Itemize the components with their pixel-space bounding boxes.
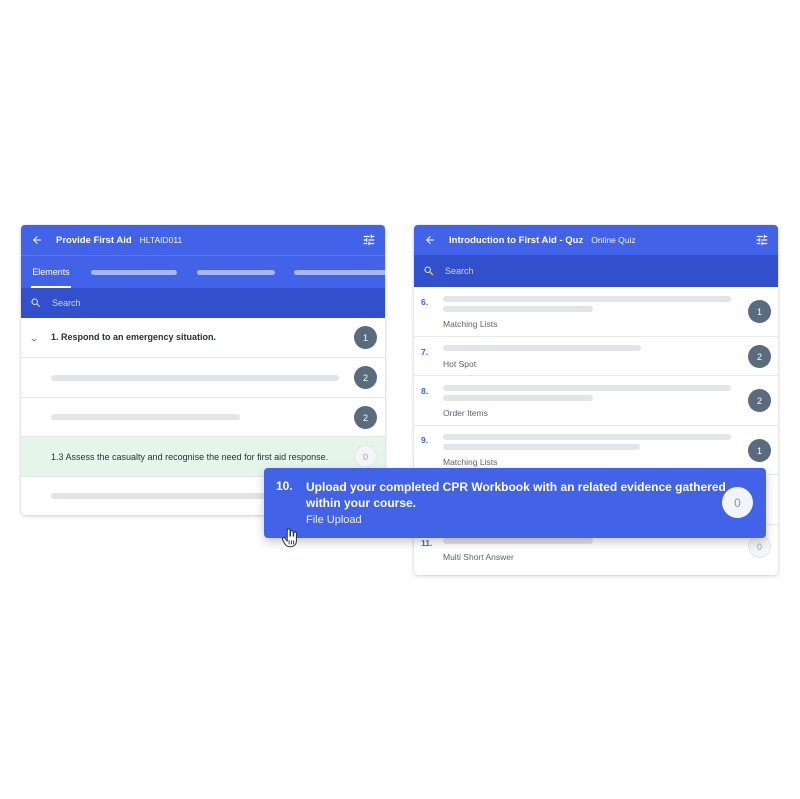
dragged-question-card[interactable]: 10. Upload your completed CPR Workbook w… bbox=[264, 468, 766, 538]
count-badge: 0 bbox=[748, 535, 771, 558]
question-type: File Upload bbox=[306, 514, 362, 526]
arrow-back-icon[interactable] bbox=[30, 233, 44, 247]
text-placeholder bbox=[443, 538, 593, 544]
count-badge: 2 bbox=[748, 345, 771, 368]
question-type: Hot Spot bbox=[443, 359, 477, 369]
hand-cursor-icon bbox=[279, 527, 301, 549]
count-badge: 1 bbox=[748, 439, 771, 462]
element-row[interactable]: 2 bbox=[21, 398, 385, 437]
chevron-down-icon[interactable] bbox=[29, 332, 39, 350]
count-badge: 0 bbox=[722, 487, 753, 518]
question-number: 7. bbox=[421, 347, 429, 357]
question-type: Matching Lists bbox=[443, 457, 498, 467]
text-placeholder bbox=[443, 434, 731, 440]
filter-sliders-icon[interactable] bbox=[755, 233, 769, 247]
count-badge: 2 bbox=[354, 366, 377, 389]
unit-code: HLTAID011 bbox=[139, 235, 183, 245]
question-number: 10. bbox=[276, 479, 293, 493]
text-placeholder bbox=[51, 414, 240, 420]
question-row[interactable]: 7. Hot Spot 2 bbox=[414, 337, 778, 376]
search-icon bbox=[30, 297, 42, 309]
text-placeholder bbox=[443, 395, 593, 401]
unit-title: Provide First Aid bbox=[56, 234, 132, 246]
tab-placeholder[interactable] bbox=[294, 270, 385, 275]
element-row[interactable]: 1. Respond to an emergency situation. 1 bbox=[21, 318, 385, 358]
count-badge: 2 bbox=[354, 406, 377, 429]
search-bar[interactable]: Search bbox=[21, 288, 385, 318]
question-row[interactable]: 6. Matching Lists 1 bbox=[414, 287, 778, 337]
text-placeholder bbox=[443, 385, 731, 391]
filter-sliders-icon[interactable] bbox=[362, 233, 376, 247]
text-placeholder bbox=[443, 306, 593, 312]
question-title: Upload your completed CPR Workbook with … bbox=[306, 480, 726, 510]
question-row[interactable]: 8. Order Items 2 bbox=[414, 376, 778, 426]
question-type: Matching Lists bbox=[443, 319, 498, 329]
count-badge: 1 bbox=[748, 300, 771, 323]
quiz-header: Introduction to First Aid - Quz Online Q… bbox=[414, 225, 778, 255]
question-type: Multi Short Answer bbox=[443, 552, 514, 562]
question-type: Order Items bbox=[443, 408, 488, 418]
element-label: 1. Respond to an emergency situation. bbox=[51, 332, 217, 342]
search-bar[interactable]: Search bbox=[414, 255, 778, 287]
quiz-title: Introduction to First Aid - Quz bbox=[449, 234, 584, 246]
search-input[interactable]: Search bbox=[445, 266, 474, 276]
text-placeholder bbox=[443, 444, 640, 450]
unit-header: Provide First Aid HLTAID011 bbox=[21, 225, 385, 255]
tab-elements[interactable]: Elements bbox=[31, 256, 71, 288]
text-placeholder bbox=[443, 296, 731, 302]
search-input[interactable]: Search bbox=[52, 298, 81, 308]
text-placeholder bbox=[51, 375, 339, 381]
text-placeholder bbox=[443, 345, 641, 351]
count-badge: 0 bbox=[354, 445, 377, 468]
tab-placeholder[interactable] bbox=[91, 270, 177, 275]
element-label: 1.3 Assess the casualty and recognise th… bbox=[51, 452, 329, 462]
search-icon bbox=[423, 265, 435, 277]
quiz-type: Online Quiz bbox=[591, 235, 636, 245]
question-number: 9. bbox=[421, 435, 429, 445]
unit-tabs: Elements bbox=[21, 255, 385, 288]
count-badge: 1 bbox=[354, 326, 377, 349]
count-badge: 2 bbox=[748, 389, 771, 412]
tab-placeholder[interactable] bbox=[197, 270, 275, 275]
question-number: 6. bbox=[421, 297, 429, 307]
element-row[interactable]: 2 bbox=[21, 358, 385, 398]
question-number: 8. bbox=[421, 386, 429, 396]
arrow-back-icon[interactable] bbox=[423, 233, 437, 247]
question-number: 11. bbox=[421, 538, 433, 548]
